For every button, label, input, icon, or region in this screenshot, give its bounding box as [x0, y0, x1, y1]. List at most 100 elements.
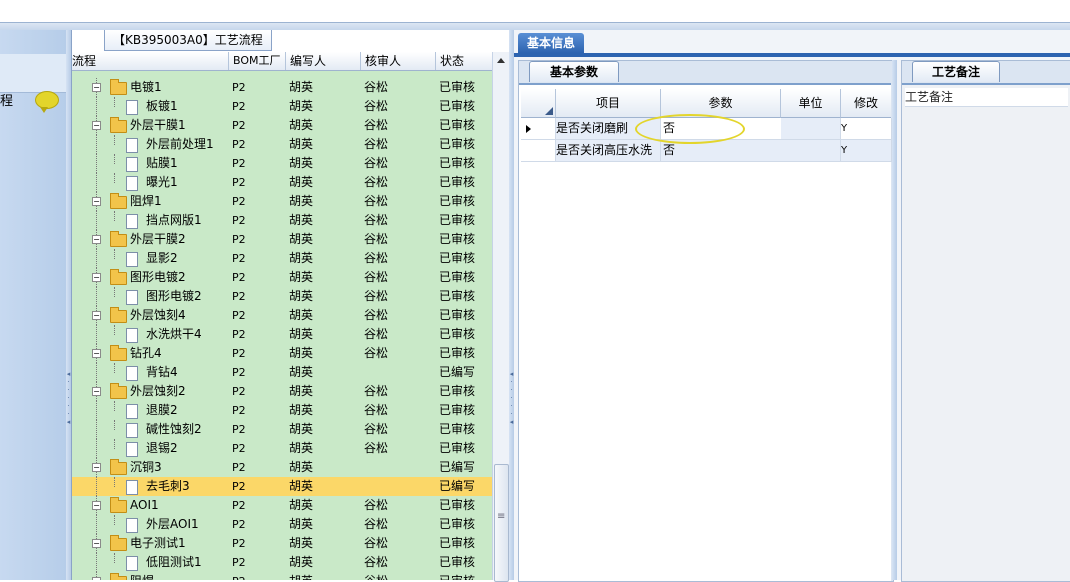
reviewer-cell: 谷松: [364, 175, 389, 189]
tree-row[interactable]: − AOI1 P2 胡英 谷松 已审核: [72, 496, 492, 516]
collapse-icon[interactable]: −: [92, 501, 101, 510]
grid-cell-unit[interactable]: [781, 118, 841, 140]
status-cell: 已审核: [439, 137, 476, 151]
grid-cell-modify[interactable]: Y: [841, 140, 892, 162]
tree-row[interactable]: 退锡2 P2 胡英 谷松 已审核: [72, 439, 492, 459]
reviewer-cell: 谷松: [364, 194, 389, 208]
status-cell: 已审核: [439, 572, 475, 580]
bom-factory-cell: P2: [232, 309, 246, 322]
tree-row[interactable]: − 外层蚀刻4 P2 胡英 谷松 已审核: [72, 306, 492, 326]
column-header-reviewer[interactable]: 核审人: [361, 52, 436, 70]
document-icon: [126, 138, 138, 153]
tree-row[interactable]: 贴膜1 P2 胡英 谷松 已审核: [72, 154, 492, 174]
status-cell: 已审核: [439, 441, 476, 455]
row-indicator[interactable]: [521, 140, 556, 162]
tree-row[interactable]: 退膜2 P2 胡英 谷松 已审核: [72, 401, 492, 421]
column-header-process[interactable]: 流程: [72, 52, 229, 70]
status-cell: 已审核: [439, 327, 476, 341]
tab-process-notes[interactable]: 工艺备注: [912, 61, 1000, 82]
tree-row[interactable]: − 外层蚀刻2 P2 胡英 谷松 已审核: [72, 382, 492, 402]
author-cell: 胡英: [289, 536, 314, 550]
grid-cell-item[interactable]: 是否关闭高压水洗: [556, 140, 661, 162]
tree-row[interactable]: 显影2 P2 胡英 谷松 已审核: [72, 249, 492, 269]
bom-factory-cell: P2: [232, 214, 246, 227]
column-header-bom[interactable]: BOM工厂: [229, 52, 286, 70]
scroll-up-icon[interactable]: [497, 58, 505, 63]
tree-row[interactable]: − 外层干膜1 P2 胡英 谷松 已审核: [72, 116, 492, 136]
tree-row[interactable]: 图形电镀2 P2 胡英 谷松 已审核: [72, 287, 492, 307]
collapse-icon[interactable]: −: [92, 197, 101, 206]
grid-header-modify[interactable]: 修改: [841, 89, 891, 118]
tree-guide-line: [114, 420, 115, 430]
tree-row[interactable]: 外层AOI1 P2 胡英 谷松 已审核: [72, 515, 492, 535]
folder-icon: [110, 573, 127, 580]
row-indicator[interactable]: [521, 118, 556, 140]
tree-row[interactable]: 碱性蚀刻2 P2 胡英 谷松 已审核: [72, 420, 492, 440]
tree-vertical-scrollbar[interactable]: [492, 52, 509, 582]
tree-row[interactable]: 外层前处理1 P2 胡英 谷松 已审核: [72, 135, 492, 155]
status-cell: 已编写: [439, 460, 476, 474]
tree-row[interactable]: − 图形电镀2 P2 胡英 谷松 已审核: [72, 268, 492, 288]
process-name: 外层前处理1: [146, 137, 214, 151]
tree-row-selected[interactable]: 去毛刺3 P2 胡英 已编写: [72, 477, 492, 497]
tree-row[interactable]: − 钻孔4 P2 胡英 谷松 已审核: [72, 344, 492, 364]
bom-factory-cell: P2: [232, 556, 246, 569]
tree-row[interactable]: 背钻4 P2 胡英 已编写: [72, 363, 492, 383]
tree-row[interactable]: 曝光1 P2 胡英 谷松 已审核: [72, 173, 492, 193]
tree-guide-line: [114, 363, 115, 373]
bom-factory-cell: P2: [232, 423, 246, 436]
tree-row[interactable]: − 电子测试1 P2 胡英 谷松 已审核: [72, 534, 492, 554]
reviewer-cell: 谷松: [364, 99, 389, 113]
collapse-icon[interactable]: −: [92, 235, 101, 244]
column-header-author[interactable]: 编写人: [286, 52, 361, 70]
column-header-status[interactable]: 状态: [436, 52, 496, 70]
tree-row[interactable]: − 电镀1 P2 胡英 谷松 已审核: [72, 78, 492, 98]
collapse-icon[interactable]: −: [92, 273, 101, 282]
grid-header-unit[interactable]: 单位: [781, 89, 841, 118]
collapse-icon[interactable]: −: [92, 83, 101, 92]
speech-bubble-icon[interactable]: [35, 91, 59, 113]
tree-row[interactable]: 低阻测试1 P2 胡英 谷松 已审核: [72, 553, 492, 573]
tree-row[interactable]: − 沉铜3 P2 胡英 已编写: [72, 458, 492, 478]
tree-guide-line: [96, 287, 97, 306]
tab-basic-params[interactable]: 基本参数: [529, 61, 619, 82]
tree-guide-line: [114, 287, 115, 297]
status-cell: 已审核: [439, 118, 476, 132]
folder-icon: [110, 383, 127, 399]
tree-row[interactable]: − 阻焊1 P2 胡英 谷松 已审核: [72, 192, 492, 212]
scrollbar-thumb[interactable]: [494, 464, 509, 582]
author-cell: 胡英: [289, 365, 314, 379]
tab-strip: [514, 53, 1070, 57]
collapse-icon[interactable]: −: [92, 539, 101, 548]
tree-row[interactable]: − 外层干膜2 P2 胡英 谷松 已审核: [72, 230, 492, 250]
top-blank-area: [0, 0, 1070, 22]
folder-icon: [110, 459, 127, 475]
tree-row[interactable]: −阻焊P2胡英谷松已审核: [72, 572, 492, 580]
process-name: 外层蚀刻4: [130, 308, 186, 322]
process-name: 低阻测试1: [146, 555, 202, 569]
collapse-icon[interactable]: −: [92, 349, 101, 358]
tree-row[interactable]: 挡点网版1 P2 胡英 谷松 已审核: [72, 211, 492, 231]
author-cell: 胡英: [289, 479, 314, 493]
right-splitter[interactable]: [892, 60, 897, 580]
reviewer-cell: 谷松: [364, 232, 389, 246]
grid-cell-unit[interactable]: [781, 140, 841, 162]
process-name: 外层AOI1: [146, 517, 199, 531]
tree-guide-line: [96, 420, 97, 439]
collapse-icon[interactable]: −: [92, 387, 101, 396]
tree-guide-line: [96, 477, 97, 496]
tree-row[interactable]: 板镀1 P2 胡英 谷松 已审核: [72, 97, 492, 117]
left-nav-header[interactable]: 程: [0, 54, 66, 113]
grid-cell-modify[interactable]: Y: [841, 118, 892, 140]
tab-basic-info[interactable]: 基本信息: [518, 33, 584, 53]
collapse-icon[interactable]: −: [92, 311, 101, 320]
status-cell: 已审核: [439, 517, 476, 531]
author-cell: 胡英: [289, 327, 314, 341]
status-cell: 已审核: [439, 99, 476, 113]
tree-row[interactable]: 水洗烘干4 P2 胡英 谷松 已审核: [72, 325, 492, 345]
document-icon: [126, 556, 138, 571]
collapse-icon[interactable]: −: [92, 463, 101, 472]
author-cell: 胡英: [289, 80, 314, 94]
collapse-icon[interactable]: −: [92, 121, 101, 130]
grid-header-item[interactable]: 项目: [556, 89, 661, 118]
